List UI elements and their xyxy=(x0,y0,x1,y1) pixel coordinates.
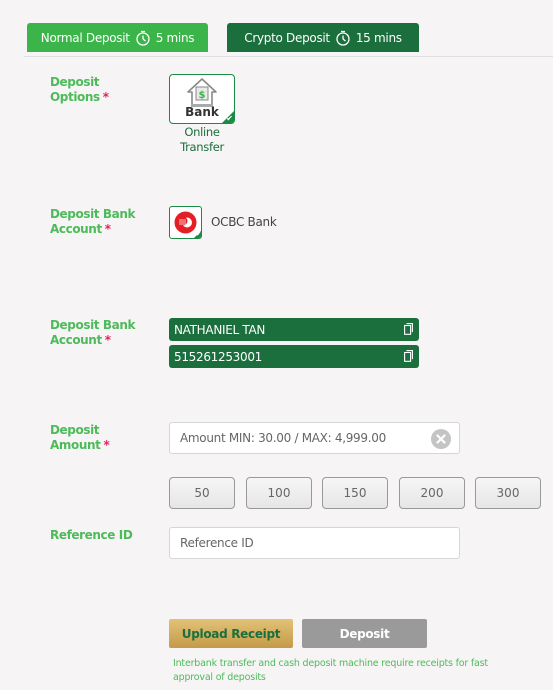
svg-text:$: $ xyxy=(199,90,206,101)
deposit-bank-label: Deposit Bank Account * xyxy=(50,207,136,236)
deposit-amount-label: Deposit Amount * xyxy=(50,423,110,452)
clear-amount-button[interactable] xyxy=(431,429,451,449)
account-number-field: 515261253001 xyxy=(169,345,419,368)
copy-icon[interactable] xyxy=(404,350,413,362)
quick-amount-button[interactable]: 50 xyxy=(169,477,235,509)
reference-id-input[interactable] xyxy=(170,528,459,558)
stopwatch-icon xyxy=(136,30,150,46)
account-name-value: NATHANIEL TAN xyxy=(174,322,266,337)
online-transfer-option[interactable]: $ Bank ✔ xyxy=(169,74,235,124)
ocbc-bank-option[interactable]: ✔ xyxy=(169,206,202,239)
tab-crypto-deposit[interactable]: Crypto Deposit 15 mins xyxy=(227,23,419,52)
tab-normal-deposit-label: Normal Deposit xyxy=(40,30,130,45)
tab-divider xyxy=(24,56,553,57)
account-details-label: Deposit Bank Account * xyxy=(50,318,136,347)
quick-amount-button[interactable]: 300 xyxy=(475,477,541,509)
online-transfer-caption: Online Transfer xyxy=(180,125,224,154)
required-mark: * xyxy=(102,90,109,104)
upload-receipt-button[interactable]: Upload Receipt xyxy=(169,619,293,648)
ocbc-bank-name: OCBC Bank xyxy=(211,215,277,229)
tab-crypto-deposit-time: 15 mins xyxy=(355,30,402,45)
copy-icon[interactable] xyxy=(404,323,413,335)
tab-normal-deposit[interactable]: Normal Deposit 5 mins xyxy=(27,23,208,52)
required-mark: * xyxy=(104,333,111,347)
account-name-field: NATHANIEL TAN xyxy=(169,318,419,341)
deposit-options-label: Deposit Options * xyxy=(50,75,109,104)
tab-normal-deposit-time: 5 mins xyxy=(155,30,195,45)
stopwatch-icon xyxy=(336,30,350,46)
close-icon xyxy=(436,434,446,444)
reference-id-label: Reference ID xyxy=(50,528,133,542)
deposit-button[interactable]: Deposit xyxy=(302,619,427,648)
quick-amount-button[interactable]: 200 xyxy=(399,477,465,509)
required-mark: * xyxy=(104,222,111,236)
required-mark: * xyxy=(103,438,110,452)
receipt-note: Interbank transfer and cash deposit mach… xyxy=(173,658,488,683)
account-number-value: 515261253001 xyxy=(174,349,263,364)
quick-amount-button[interactable]: 150 xyxy=(322,477,388,509)
check-icon: ✔ xyxy=(195,231,201,238)
reference-id-field xyxy=(169,527,460,559)
quick-amount-button[interactable]: 100 xyxy=(246,477,312,509)
check-icon: ✔ xyxy=(226,114,233,123)
tab-crypto-deposit-label: Crypto Deposit xyxy=(244,30,330,45)
deposit-amount-field xyxy=(169,422,460,454)
deposit-amount-input[interactable] xyxy=(170,423,459,453)
